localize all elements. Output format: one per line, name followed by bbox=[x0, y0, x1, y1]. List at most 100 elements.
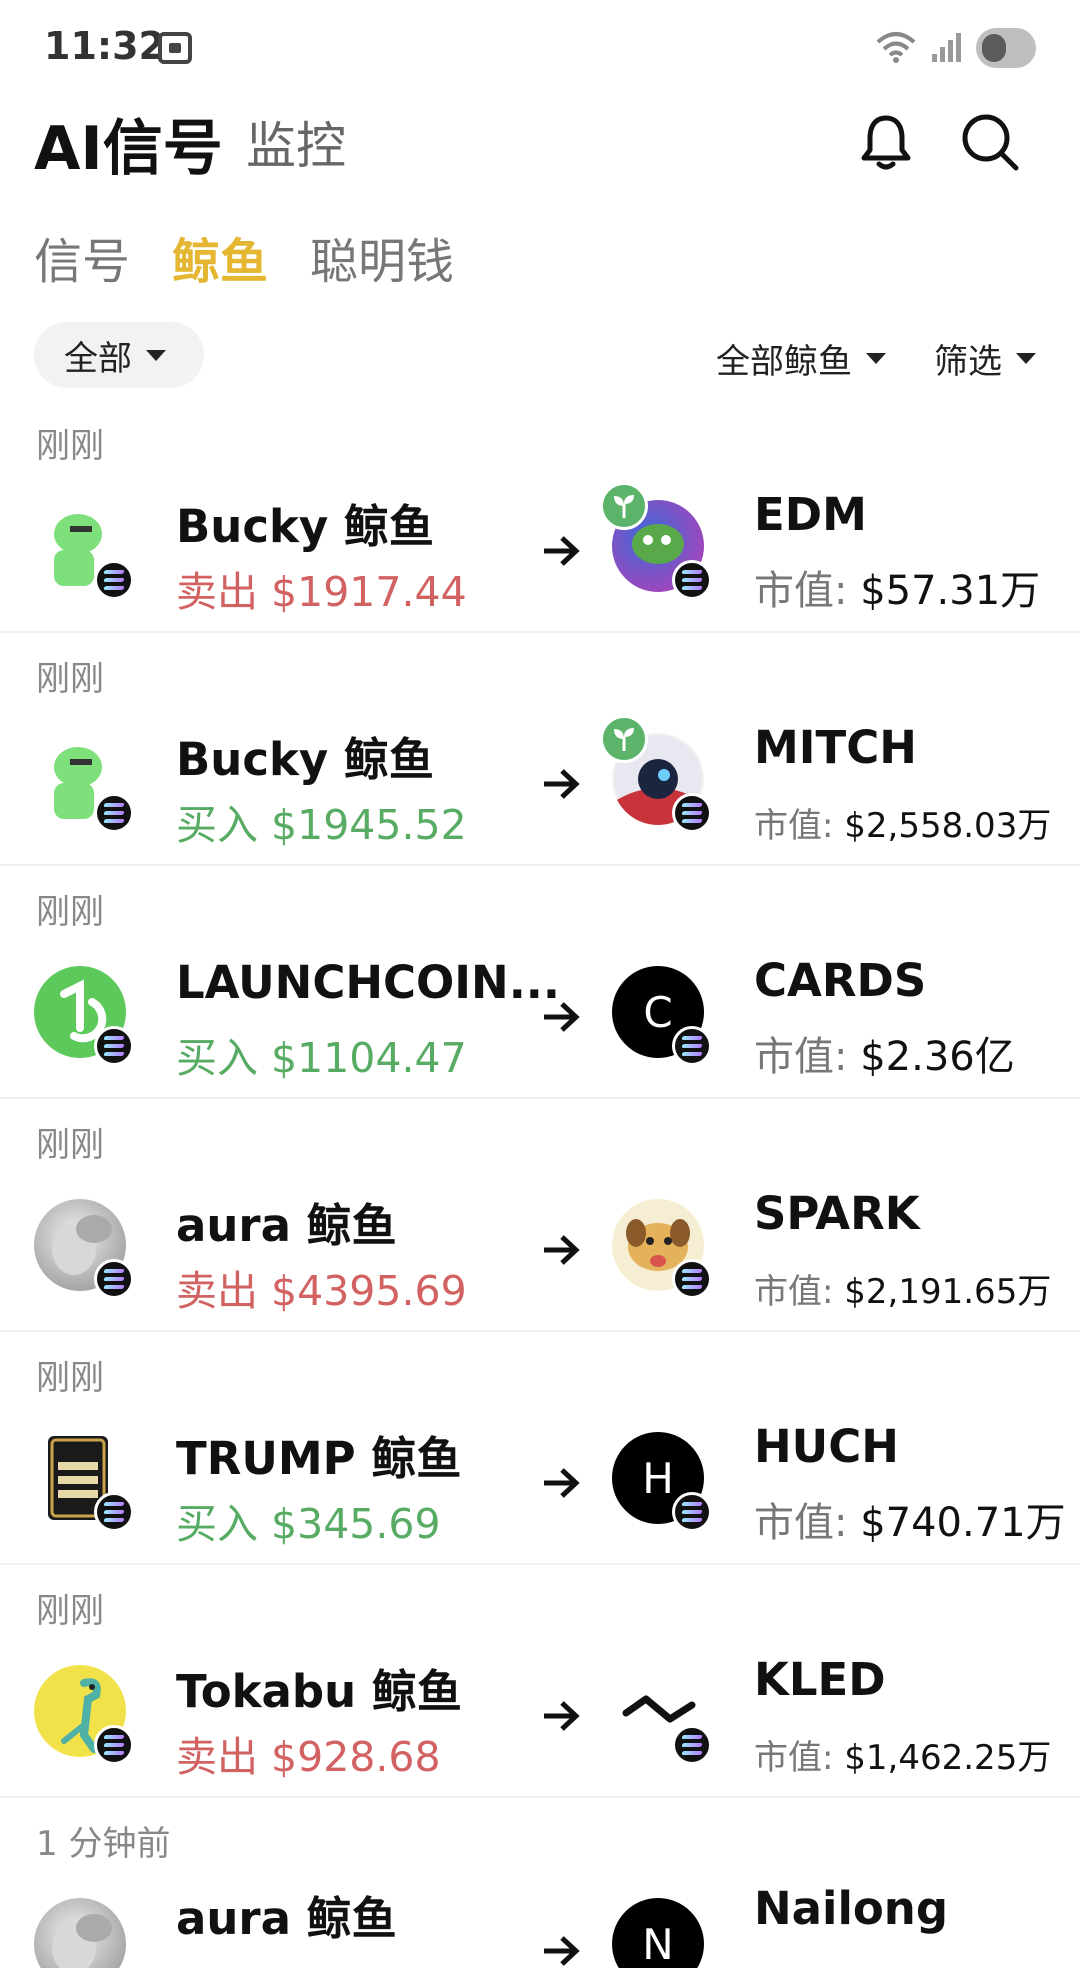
solana-chain-icon bbox=[672, 560, 712, 600]
item-time: 刚刚 bbox=[36, 1125, 104, 1165]
status-time: 11:32 bbox=[44, 24, 165, 68]
token-name[interactable]: Nailong bbox=[754, 1882, 948, 1935]
trade-side: 卖出 bbox=[176, 568, 258, 616]
whale-name[interactable]: Bucky 鲸鱼 bbox=[176, 723, 434, 788]
trade-side: 买入 bbox=[176, 801, 258, 849]
token-letter: H bbox=[642, 1453, 674, 1503]
trade-side: 买入 bbox=[176, 1500, 258, 1548]
aura-avatar-icon bbox=[34, 1898, 126, 1968]
item-time: 刚刚 bbox=[36, 659, 104, 699]
token-name[interactable]: SPARK bbox=[754, 1187, 920, 1240]
whale-name[interactable]: Bucky 鲸鱼 bbox=[176, 490, 434, 555]
caret-down-icon bbox=[1016, 353, 1036, 364]
arrow-right-icon bbox=[544, 536, 580, 566]
market-cap-label: 市值: bbox=[754, 1500, 848, 1546]
item-time: 刚刚 bbox=[36, 426, 104, 466]
item-time: 1 分钟前 bbox=[36, 1824, 171, 1864]
whale-name[interactable]: aura 鲸鱼 bbox=[176, 1882, 397, 1947]
market-cap-label: 市值: bbox=[754, 1272, 834, 1312]
arrow-right-icon bbox=[544, 769, 580, 799]
market-cap-value: $57.31万 bbox=[860, 568, 1041, 614]
caret-down-icon bbox=[866, 353, 886, 364]
token-market-cap: 市值: $1,462.25万 bbox=[754, 1730, 1051, 1779]
trade-amount: $1104.47 bbox=[271, 1034, 467, 1082]
arrow-right-icon bbox=[544, 1002, 580, 1032]
trade-amount: $345.69 bbox=[271, 1500, 441, 1548]
search-icon[interactable] bbox=[958, 110, 1022, 174]
filter-whales-dropdown[interactable]: 全部鲸鱼 bbox=[716, 334, 886, 383]
filter-all-label: 全部 bbox=[64, 338, 132, 379]
token-name[interactable]: CARDS bbox=[754, 954, 926, 1007]
nailong-token-icon[interactable]: N bbox=[612, 1898, 704, 1968]
solana-chain-icon bbox=[94, 793, 134, 833]
solana-chain-icon bbox=[94, 1026, 134, 1066]
list-item[interactable]: 刚刚 Tokabu 鲸鱼 卖出 $928.68 KLED 市值: $1,462.… bbox=[0, 1565, 1080, 1798]
trade-action: 买入 $1945.52 bbox=[176, 791, 467, 851]
token-name[interactable]: HUCH bbox=[754, 1420, 899, 1473]
tab-signal[interactable]: 信号 bbox=[34, 222, 130, 292]
tab-smart-money[interactable]: 聪明钱 bbox=[310, 222, 454, 292]
market-cap-value: $2,191.65万 bbox=[844, 1272, 1052, 1312]
token-market-cap: 市值: $57.31万 bbox=[754, 558, 1040, 616]
filter-whales-label: 全部鲸鱼 bbox=[716, 342, 852, 382]
trade-side: 买入 bbox=[176, 1034, 258, 1082]
trade-action: 买入 $1104.47 bbox=[176, 1024, 467, 1084]
token-letter: C bbox=[643, 987, 673, 1037]
trade-action: 卖出 $4395.69 bbox=[176, 1257, 467, 1317]
whale-name[interactable]: LAUNCHCOIN... bbox=[176, 956, 560, 1009]
arrow-right-icon bbox=[544, 1701, 580, 1731]
market-cap-label: 市值: bbox=[754, 806, 834, 846]
market-cap-value: $740.71万 bbox=[860, 1500, 1066, 1546]
trade-side: 卖出 bbox=[176, 1733, 258, 1781]
arrow-right-icon bbox=[544, 1936, 580, 1966]
whale-name[interactable]: Tokabu 鲸鱼 bbox=[176, 1655, 462, 1720]
trade-amount: $928.68 bbox=[271, 1733, 441, 1781]
status-bar: 11:32 bbox=[0, 0, 1080, 100]
filter-screen-label: 筛选 bbox=[934, 342, 1002, 382]
solana-chain-icon bbox=[672, 1725, 712, 1765]
item-time: 刚刚 bbox=[36, 1591, 104, 1631]
tab-whale[interactable]: 鲸鱼 bbox=[172, 222, 268, 292]
sprout-icon bbox=[600, 715, 648, 763]
token-market-cap: 市值: $2,191.65万 bbox=[754, 1264, 1051, 1313]
trade-amount: $4395.69 bbox=[271, 1267, 467, 1315]
whale-activity-list: 刚刚 Bucky 鲸鱼 卖出 $1917.44 EDM 市值: $57.31万 … bbox=[0, 400, 1080, 1968]
token-name[interactable]: EDM bbox=[754, 488, 867, 541]
item-time: 刚刚 bbox=[36, 892, 104, 932]
bell-icon[interactable] bbox=[856, 112, 916, 172]
list-item[interactable]: 刚刚 Bucky 鲸鱼 卖出 $1917.44 EDM 市值: $57.31万 bbox=[0, 400, 1080, 633]
token-market-cap: 市值: $740.71万 bbox=[754, 1490, 1066, 1548]
token-name[interactable]: MITCH bbox=[754, 721, 917, 774]
market-cap-value: $2,558.03万 bbox=[844, 806, 1052, 846]
solana-chain-icon bbox=[94, 1492, 134, 1532]
whale-name[interactable]: aura 鲸鱼 bbox=[176, 1189, 397, 1254]
trade-action: 卖出 $928.68 bbox=[176, 1723, 441, 1783]
filter-screen-dropdown[interactable]: 筛选 bbox=[934, 334, 1036, 383]
market-cap-label: 市值: bbox=[754, 568, 848, 614]
token-market-cap: 市值: $2,558.03万 bbox=[754, 798, 1051, 847]
list-item[interactable]: 刚刚 Bucky 鲸鱼 买入 $1945.52 MITCH 市值: $2,558… bbox=[0, 633, 1080, 866]
list-item[interactable]: 1 分钟前 aura 鲸鱼 N Nailong bbox=[0, 1798, 1080, 1968]
list-item[interactable]: 刚刚 aura 鲸鱼 卖出 $4395.69 SPARK 市值: $2,191.… bbox=[0, 1099, 1080, 1332]
market-cap-value: $2.36亿 bbox=[860, 1034, 1015, 1080]
solana-chain-icon bbox=[94, 1725, 134, 1765]
screenshot-icon bbox=[158, 32, 192, 64]
monitor-tab[interactable]: 监控 bbox=[246, 106, 346, 178]
token-market-cap: 市值: $2.36亿 bbox=[754, 1024, 1015, 1082]
signal-icon bbox=[932, 33, 961, 62]
solana-chain-icon bbox=[672, 1026, 712, 1066]
wifi-icon bbox=[876, 32, 916, 63]
battery-toggle-icon bbox=[976, 28, 1036, 68]
list-item[interactable]: 刚刚 TRUMP 鲸鱼 买入 $345.69 H HUCH 市值: $740.7… bbox=[0, 1332, 1080, 1565]
token-name[interactable]: KLED bbox=[754, 1653, 886, 1706]
solana-chain-icon bbox=[94, 560, 134, 600]
whale-name[interactable]: TRUMP 鲸鱼 bbox=[176, 1422, 461, 1487]
caret-down-icon bbox=[146, 349, 166, 361]
trade-action: 卖出 $1917.44 bbox=[176, 558, 467, 618]
arrow-right-icon bbox=[544, 1468, 580, 1498]
list-item[interactable]: 刚刚 LAUNCHCOIN... 买入 $1104.47 C CARDS 市值:… bbox=[0, 866, 1080, 1099]
trade-side: 卖出 bbox=[176, 1267, 258, 1315]
arrow-right-icon bbox=[544, 1235, 580, 1265]
filter-all-dropdown[interactable]: 全部 bbox=[34, 322, 204, 388]
solana-chain-icon bbox=[672, 1259, 712, 1299]
